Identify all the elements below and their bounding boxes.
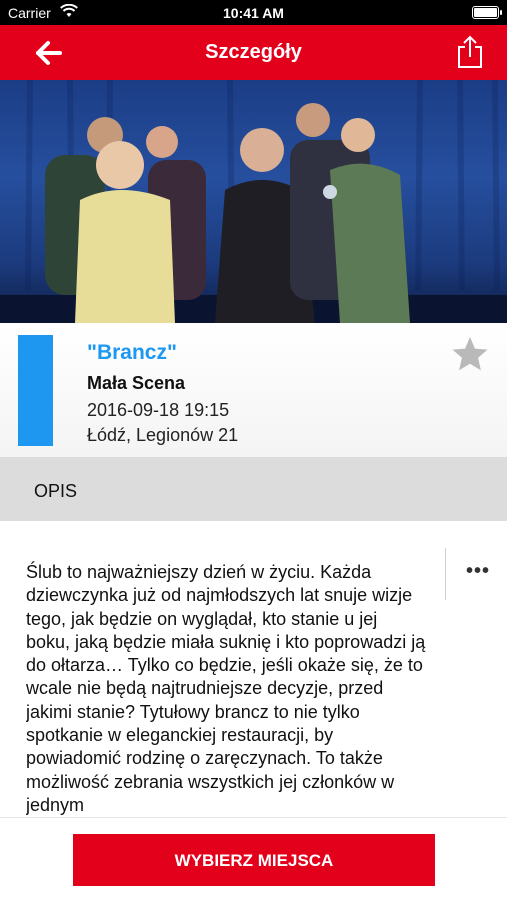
event-info: "Brancz" Mała Scena 2016-09-18 19:15 Łód…: [0, 323, 507, 457]
event-photo: [0, 80, 507, 323]
description-section-header: OPIS: [0, 457, 507, 521]
share-icon[interactable]: [455, 35, 485, 69]
footer-divider: [0, 817, 507, 818]
event-description: Ślub to najważniejszy dzień w życiu. Każ…: [26, 562, 426, 815]
nav-bar: Szczegóły: [0, 25, 507, 80]
star-icon[interactable]: [451, 335, 489, 373]
event-address: Łódź, Legionów 21: [87, 425, 239, 445]
vertical-divider: [445, 548, 446, 600]
more-icon[interactable]: •••: [466, 560, 490, 583]
battery-icon: [472, 6, 502, 19]
choose-seats-button[interactable]: WYBIERZ MIEJSCA: [73, 834, 435, 886]
event-datetime: 2016-09-18 19:15: [87, 400, 230, 420]
accent-bar: [18, 335, 53, 446]
page-title: Szczegóły: [205, 41, 302, 63]
event-venue: Mała Scena: [87, 373, 186, 393]
status-bar: Carrier 10:41 AM: [0, 0, 507, 25]
section-label: OPIS: [34, 481, 78, 501]
clock: 10:41 AM: [223, 5, 284, 21]
event-title: "Brancz": [87, 341, 177, 364]
